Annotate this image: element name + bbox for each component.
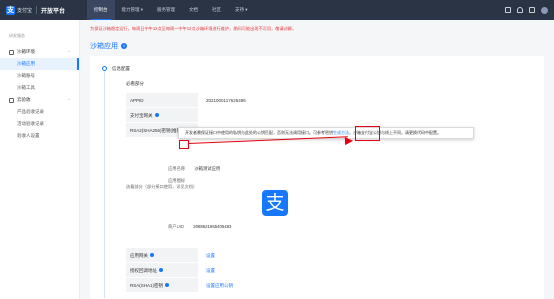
row-label-text: RSA(SHA1)密钥 bbox=[130, 282, 164, 288]
help-icon[interactable] bbox=[165, 283, 170, 287]
nav-docs[interactable]: 文档 bbox=[182, 0, 205, 20]
page-title-text: 沙箱应用 bbox=[90, 43, 118, 50]
sandbox-icon bbox=[9, 49, 14, 55]
top-nav-bar: 支 支付宝 开放平台 控制台 能力管理 ▾ 服务管理 文档 社区 支持 ▾ bbox=[0, 0, 554, 20]
chevron-up-icon: ^ bbox=[68, 49, 70, 54]
nav-community[interactable]: 社区 bbox=[205, 0, 228, 20]
sidebar-group-cloud-acceptance[interactable]: 云验收 ^ bbox=[0, 94, 79, 106]
help-icon[interactable] bbox=[159, 268, 163, 272]
appid-value: 2021000117625496 bbox=[206, 98, 246, 103]
alipay-app-icon: 支 bbox=[262, 190, 288, 216]
row-label: 授权回调地址 bbox=[126, 263, 198, 277]
nav-service[interactable]: 服务管理 bbox=[150, 0, 182, 20]
table-row: 应用网关 设置 bbox=[126, 248, 486, 263]
table-row: APPID 2021000117625496 bbox=[126, 93, 486, 108]
info-icon[interactable]: i bbox=[121, 43, 127, 49]
sidebar-group-label: 云验收 bbox=[17, 97, 31, 102]
alipay-logo-icon: 支 bbox=[6, 5, 15, 15]
row-label-text: 应用网关 bbox=[130, 252, 148, 258]
header-actions bbox=[505, 0, 548, 20]
app-icon-row: 应用图标 bbox=[168, 178, 185, 184]
app-name-row: 应用名称 沙箱测试应用 bbox=[168, 166, 220, 172]
sidebar-item-sandbox-app[interactable]: 沙箱应用 bbox=[0, 58, 79, 70]
apps-icon[interactable] bbox=[505, 7, 511, 13]
bell-icon[interactable] bbox=[517, 7, 523, 13]
row-label: 应用网关 bbox=[126, 248, 198, 262]
timeline-dot bbox=[102, 66, 107, 71]
row-label-text: 支付宝网关 bbox=[130, 112, 153, 118]
chevron-up-icon: ^ bbox=[68, 97, 70, 102]
table-row: 支付宝网关 bbox=[126, 108, 486, 123]
set-gateway-link[interactable]: 设置 bbox=[198, 248, 486, 262]
nav-capability[interactable]: 能力管理 ▾ bbox=[115, 0, 151, 20]
help-icon[interactable] bbox=[150, 253, 154, 257]
cloud-icon bbox=[9, 97, 14, 103]
row-label-text: RSA2(SHA256)密钥(推荐) bbox=[130, 127, 183, 133]
tooltip-text: 开发者需保证接口中使用的私钥与此处的公钥匹配，否则无法调用接口。可参考密钥 bbox=[185, 130, 333, 135]
sidebar-item-activity-acceptance[interactable]: 活动验收记录 bbox=[0, 118, 79, 130]
optional-label: 选看部分（部分接口使用，详见文档） bbox=[126, 184, 198, 189]
main-nav: 控制台 能力管理 ▾ 服务管理 文档 社区 支持 ▾ bbox=[87, 0, 255, 20]
sidebar: 研发服务 沙箱环境 ^ 沙箱应用 沙箱账号 沙箱工具 云验收 ^ 产品验收记录 … bbox=[0, 20, 80, 299]
main-content: 为保证沙箱稳定运行，每周日中午12点至每周一中午12点沙箱环境进行维护，期间可能… bbox=[80, 20, 554, 299]
avatar[interactable] bbox=[541, 6, 548, 14]
annotation-arrow-head bbox=[344, 136, 354, 146]
nav-support[interactable]: 支持 ▾ bbox=[228, 0, 255, 20]
help-icon[interactable] bbox=[529, 7, 535, 13]
timeline-line bbox=[104, 68, 105, 298]
sidebar-group-label: 沙箱环境 bbox=[17, 49, 35, 54]
annotation-box-help-icon bbox=[179, 140, 189, 149]
section-label: 信息配置 bbox=[112, 66, 130, 71]
sidebar-item-sandbox-account[interactable]: 沙箱账号 bbox=[0, 70, 79, 82]
sidebar-item-acceptor-settings[interactable]: 验收人设置 bbox=[0, 130, 79, 142]
logo-text: 支付宝 bbox=[17, 7, 33, 14]
sidebar-item-product-acceptance[interactable]: 产品验收记录 bbox=[0, 106, 79, 118]
key-generation-link[interactable]: 生成方法 bbox=[333, 130, 349, 135]
maintenance-notice: 为保证沙箱稳定运行，每周日中午12点至每周一中午12点沙箱环境进行维护，期间可能… bbox=[90, 26, 297, 31]
app-icon-label: 应用图标 bbox=[168, 178, 186, 183]
product-title: 开放平台 bbox=[41, 8, 66, 15]
page-title: 沙箱应用 i bbox=[90, 41, 127, 51]
sidebar-heading: 研发服务 bbox=[9, 33, 25, 38]
merchant-uid-row: 商户UID 2088621955405483 bbox=[168, 224, 231, 230]
app-name-label: 应用名称 bbox=[168, 166, 186, 171]
merchant-uid-value: 2088621955405483 bbox=[193, 224, 232, 229]
subsection-label: 必看部分 bbox=[126, 81, 144, 86]
logo[interactable]: 支 支付宝 开放平台 bbox=[6, 5, 66, 15]
set-callback-link[interactable]: 设置 bbox=[198, 263, 486, 277]
table-row: RSA(SHA1)密钥 设置应用公钥 bbox=[126, 278, 486, 293]
table-row: 授权回调地址 设置 bbox=[126, 263, 486, 278]
nav-console[interactable]: 控制台 bbox=[87, 0, 115, 20]
optional-rows: 应用网关 设置 授权回调地址 设置 RSA(SHA1)密钥 设置应用公钥 bbox=[126, 248, 486, 293]
merchant-uid-label: 商户UID bbox=[168, 224, 184, 229]
row-label-text: 授权回调地址 bbox=[130, 267, 157, 273]
app-name-value: 沙箱测试应用 bbox=[194, 166, 221, 171]
annotation-box-link bbox=[355, 126, 380, 141]
row-label: RSA(SHA1)密钥 bbox=[126, 278, 198, 292]
gateway-value bbox=[198, 108, 486, 122]
set-public-key-link[interactable]: 设置应用公钥 bbox=[198, 278, 486, 292]
sidebar-group-sandbox[interactable]: 沙箱环境 ^ bbox=[0, 46, 79, 58]
row-label: 支付宝网关 bbox=[126, 108, 198, 122]
help-icon[interactable] bbox=[154, 113, 159, 117]
row-label: APPID bbox=[126, 93, 198, 107]
sidebar-item-sandbox-tools[interactable]: 沙箱工具 bbox=[0, 82, 79, 94]
logo-divider bbox=[36, 6, 38, 14]
